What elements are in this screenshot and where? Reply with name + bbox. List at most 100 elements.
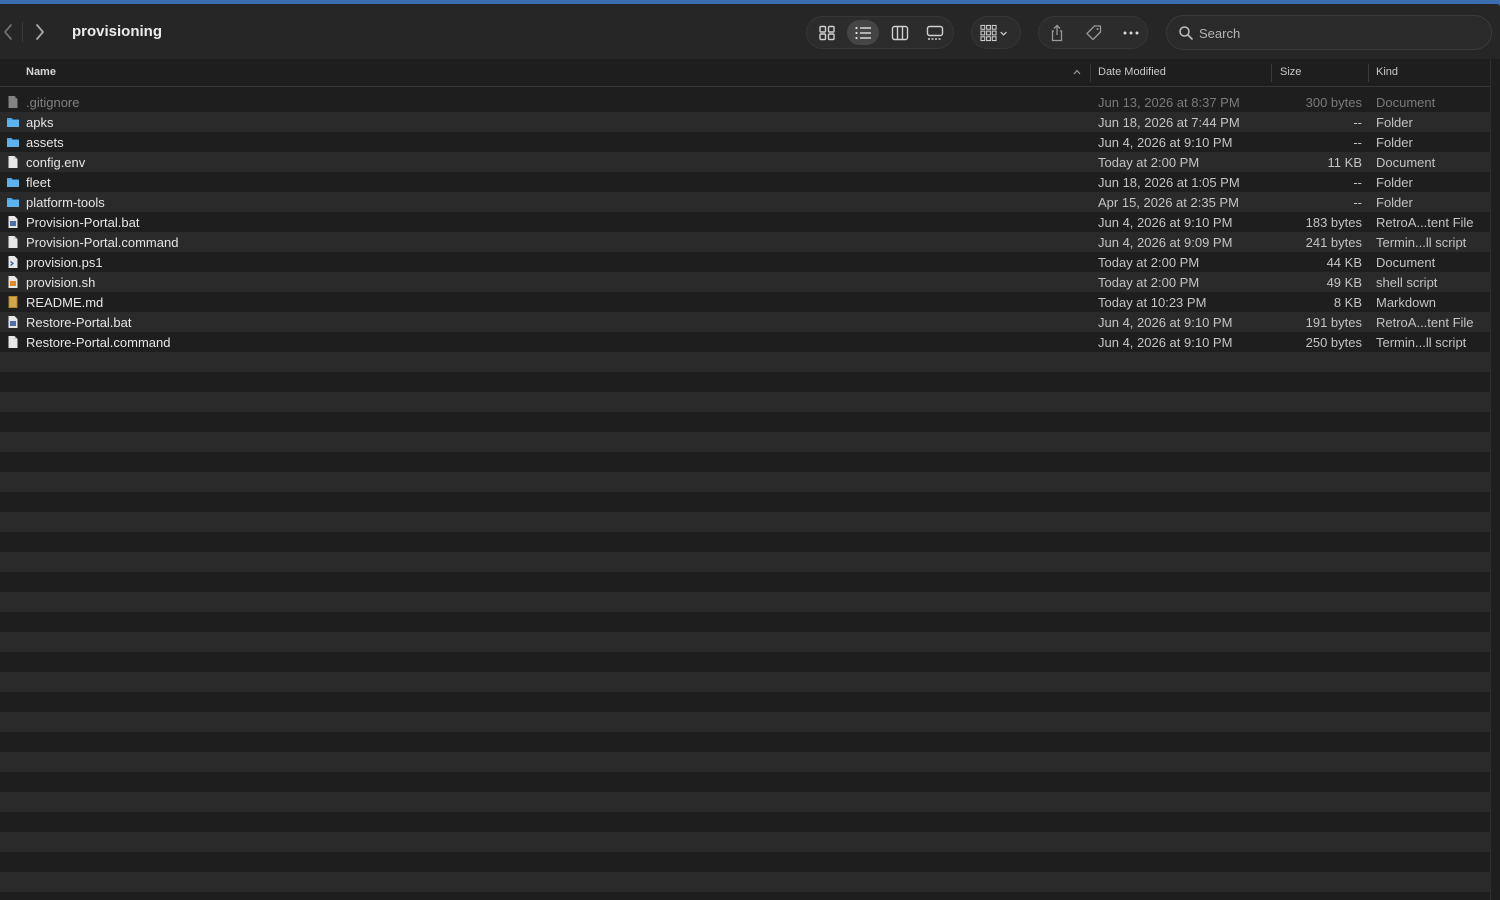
empty-row xyxy=(0,592,1490,612)
empty-row xyxy=(0,732,1490,752)
file-name: Restore-Portal.bat xyxy=(26,315,132,330)
file-size: 241 bytes xyxy=(1305,235,1362,250)
column-view-button[interactable] xyxy=(884,20,916,45)
file-kind: Folder xyxy=(1376,135,1413,150)
forward-button[interactable] xyxy=(30,20,50,44)
empty-row xyxy=(0,772,1490,792)
file-row[interactable]: README.md Today at 10:23 PM 8 KB Markdown xyxy=(0,292,1490,312)
file-row[interactable]: platform-tools Apr 15, 2026 at 2:35 PM -- F… xyxy=(0,192,1490,212)
file-name: Restore-Portal.command xyxy=(26,335,171,350)
folder-icon xyxy=(6,135,20,149)
file-name: Provision-Portal.command xyxy=(26,235,179,250)
chevron-left-icon xyxy=(4,24,12,40)
empty-row xyxy=(0,752,1490,772)
file-row[interactable]: Restore-Portal.bat Jun 4, 2026 at 9:10 PM… xyxy=(0,312,1490,332)
window-title: provisioning xyxy=(72,23,162,40)
column-date-header[interactable]: Date Modified xyxy=(1098,66,1166,78)
file-kind: RetroA...tent File xyxy=(1376,315,1474,330)
file-row[interactable]: Restore-Portal.command Jun 4, 2026 at 9:1… xyxy=(0,332,1490,352)
column-divider[interactable] xyxy=(1368,64,1369,82)
share-button[interactable] xyxy=(1043,21,1071,45)
view-mode-group xyxy=(806,16,954,49)
shell-script-icon xyxy=(6,275,20,289)
file-row[interactable]: .gitignore Jun 13, 2026 at 8:37 PM 300 byt… xyxy=(0,92,1490,112)
more-button[interactable] xyxy=(1117,21,1145,45)
empty-row xyxy=(0,652,1490,672)
file-size: 191 bytes xyxy=(1305,315,1362,330)
file-date-modified: Jun 4, 2026 at 9:09 PM xyxy=(1098,235,1233,250)
empty-row xyxy=(0,372,1490,392)
empty-row xyxy=(0,632,1490,652)
grid-icon xyxy=(819,25,835,40)
tag-icon xyxy=(1086,25,1102,41)
back-button[interactable] xyxy=(0,20,18,44)
empty-row xyxy=(0,712,1490,732)
file-name: README.md xyxy=(26,295,104,310)
column-size-header[interactable]: Size xyxy=(1280,66,1301,78)
markdown-file-icon xyxy=(6,295,20,309)
file-kind: Document xyxy=(1376,255,1436,270)
column-kind-header[interactable]: Kind xyxy=(1376,66,1398,78)
file-date-modified: Jun 18, 2026 at 7:44 PM xyxy=(1098,115,1240,130)
column-name-header[interactable]: Name xyxy=(26,66,56,78)
folder-icon xyxy=(6,175,20,189)
empty-row xyxy=(0,852,1490,872)
file-name: provision.ps1 xyxy=(26,255,103,270)
column-divider[interactable] xyxy=(1271,64,1272,82)
file-row[interactable]: Provision-Portal.command Jun 4, 2026 at 9… xyxy=(0,232,1490,252)
file-name: provision.sh xyxy=(26,275,96,290)
chevron-right-icon xyxy=(36,24,44,40)
document-icon xyxy=(6,95,20,109)
file-name: assets xyxy=(26,135,64,150)
file-size: -- xyxy=(1353,115,1362,130)
file-name: .gitignore xyxy=(26,95,80,110)
empty-row xyxy=(0,352,1490,372)
empty-row xyxy=(0,612,1490,632)
file-date-modified: Today at 10:23 PM xyxy=(1098,295,1207,310)
file-name: Provision-Portal.bat xyxy=(26,215,140,230)
empty-row xyxy=(0,492,1490,512)
file-row[interactable]: config.env Today at 2:00 PM 11 KB Document xyxy=(0,152,1490,172)
file-kind: Termin...ll script xyxy=(1376,235,1467,250)
file-size: 300 bytes xyxy=(1305,95,1362,110)
file-row[interactable]: assets Jun 4, 2026 at 9:10 PM -- Folder xyxy=(0,132,1490,152)
empty-row xyxy=(0,792,1490,812)
gallery-view-button[interactable] xyxy=(919,20,951,45)
sort-ascending-icon xyxy=(1073,69,1081,75)
column-header: Name Date Modified Size Kind xyxy=(0,59,1500,87)
folder-icon xyxy=(6,115,20,129)
empty-row xyxy=(0,672,1490,692)
empty-row xyxy=(0,532,1490,552)
empty-row xyxy=(0,432,1490,452)
file-list: .gitignore Jun 13, 2026 at 8:37 PM 300 byt… xyxy=(0,92,1490,900)
group-by-button[interactable] xyxy=(971,16,1021,49)
document-icon xyxy=(6,235,20,249)
file-row[interactable]: provision.ps1 Today at 2:00 PM 44 KB Docume… xyxy=(0,252,1490,272)
file-size: 49 KB xyxy=(1326,275,1362,290)
search-field[interactable] xyxy=(1166,15,1492,50)
file-row[interactable]: fleet Jun 18, 2026 at 1:05 PM -- Folder xyxy=(0,172,1490,192)
list-view-button[interactable] xyxy=(847,20,879,45)
column-divider[interactable] xyxy=(1090,64,1091,82)
file-size: -- xyxy=(1353,195,1362,210)
search-input[interactable] xyxy=(1199,22,1479,44)
file-date-modified: Jun 4, 2026 at 9:10 PM xyxy=(1098,335,1233,350)
file-row[interactable]: Provision-Portal.bat Jun 4, 2026 at 9:10 … xyxy=(0,212,1490,232)
file-date-modified: Apr 15, 2026 at 2:35 PM xyxy=(1098,195,1239,210)
file-row[interactable]: apks Jun 18, 2026 at 7:44 PM -- Folder xyxy=(0,112,1490,132)
file-row[interactable]: provision.sh Today at 2:00 PM 49 KB shell s… xyxy=(0,272,1490,292)
file-size: -- xyxy=(1353,135,1362,150)
icon-view-button[interactable] xyxy=(811,20,843,45)
file-kind: Document xyxy=(1376,155,1436,170)
window-top-edge xyxy=(0,0,1500,7)
group-grid-icon xyxy=(980,24,1007,42)
file-date-modified: Jun 13, 2026 at 8:37 PM xyxy=(1098,95,1240,110)
file-date-modified: Jun 4, 2026 at 9:10 PM xyxy=(1098,315,1233,330)
file-size: 250 bytes xyxy=(1305,335,1362,350)
file-date-modified: Jun 4, 2026 at 9:10 PM xyxy=(1098,135,1233,150)
tag-button[interactable] xyxy=(1080,21,1108,45)
list-icon xyxy=(855,26,871,39)
file-kind: Document xyxy=(1376,95,1436,110)
scrollbar-track[interactable] xyxy=(1490,59,1500,900)
ellipsis-icon xyxy=(1123,31,1139,35)
